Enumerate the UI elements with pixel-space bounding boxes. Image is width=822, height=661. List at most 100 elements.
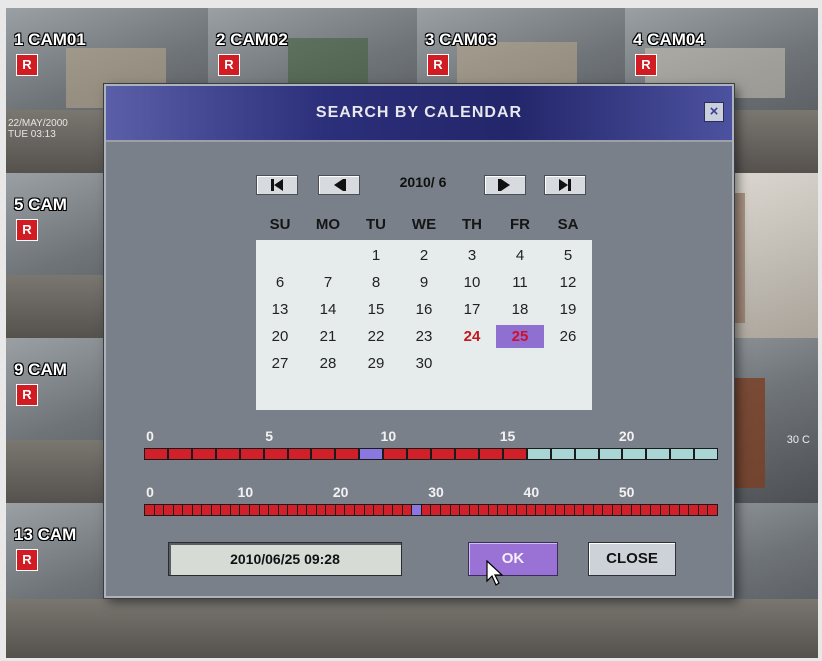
timeline-segment[interactable] xyxy=(527,449,550,459)
timeline-segment[interactable] xyxy=(250,505,259,515)
timeline-segment[interactable] xyxy=(575,449,598,459)
timeline-segment[interactable] xyxy=(278,505,288,515)
calendar-day[interactable]: 10 xyxy=(448,271,496,294)
timeline-segment[interactable] xyxy=(455,449,478,459)
calendar-day[interactable]: 7 xyxy=(304,271,352,294)
timeline-segment[interactable] xyxy=(507,505,517,515)
timeline-segment[interactable] xyxy=(517,505,526,515)
calendar-day[interactable]: 18 xyxy=(496,298,544,321)
timeline-segment[interactable] xyxy=(192,505,202,515)
timeline-segment[interactable] xyxy=(641,505,650,515)
timeline-segment[interactable] xyxy=(383,505,393,515)
calendar-day[interactable]: 14 xyxy=(304,298,352,321)
timeline-segment[interactable] xyxy=(421,505,431,515)
last-month-button[interactable] xyxy=(544,175,586,195)
close-button[interactable]: CLOSE xyxy=(588,542,676,576)
timeline-segment[interactable] xyxy=(450,505,460,515)
timeline-segment[interactable] xyxy=(440,505,450,515)
timeline-segment[interactable] xyxy=(679,505,689,515)
timeline-segment[interactable] xyxy=(574,505,584,515)
timeline-segment[interactable] xyxy=(312,449,335,459)
timeline-segment[interactable] xyxy=(660,505,670,515)
timeline-segment[interactable] xyxy=(240,505,250,515)
timeline-segment[interactable] xyxy=(335,505,345,515)
timeline-segment[interactable] xyxy=(393,505,402,515)
calendar-day[interactable]: 24 xyxy=(448,325,496,348)
timeline-segment[interactable] xyxy=(364,505,374,515)
calendar-day[interactable]: 6 xyxy=(256,271,304,294)
timeline-segment[interactable] xyxy=(526,505,536,515)
minute-timeline[interactable] xyxy=(144,504,718,516)
timeline-segment[interactable] xyxy=(297,505,307,515)
calendar-day[interactable]: 13 xyxy=(256,298,304,321)
calendar-day[interactable]: 30 xyxy=(400,352,448,375)
timeline-segment[interactable] xyxy=(230,505,240,515)
timeline-segment[interactable] xyxy=(154,505,164,515)
timeline-segment[interactable] xyxy=(503,449,526,459)
calendar-day[interactable]: 20 xyxy=(256,325,304,348)
timeline-segment[interactable] xyxy=(498,505,507,515)
timeline-segment[interactable] xyxy=(355,505,364,515)
calendar-day[interactable]: 15 xyxy=(352,298,400,321)
timeline-segment[interactable] xyxy=(671,449,694,459)
calendar-day[interactable]: 2 xyxy=(400,244,448,267)
timeline-segment[interactable] xyxy=(623,449,646,459)
timeline-segment[interactable] xyxy=(412,505,421,515)
timeline-segment[interactable] xyxy=(603,505,612,515)
timeline-segment[interactable] xyxy=(202,505,211,515)
calendar-day[interactable]: 29 xyxy=(352,352,400,375)
calendar-day[interactable]: 17 xyxy=(448,298,496,321)
datetime-field[interactable]: 2010/06/25 09:28 xyxy=(168,542,402,576)
timeline-segment[interactable] xyxy=(288,505,297,515)
timeline-segment[interactable] xyxy=(536,505,545,515)
timeline-segment[interactable] xyxy=(647,449,670,459)
timeline-segment[interactable] xyxy=(183,505,192,515)
timeline-segment[interactable] xyxy=(689,505,698,515)
timeline-segment[interactable] xyxy=(555,505,565,515)
ok-button[interactable]: OK xyxy=(468,542,558,576)
calendar-day[interactable]: 1 xyxy=(352,244,400,267)
calendar-day[interactable]: 22 xyxy=(352,325,400,348)
timeline-segment[interactable] xyxy=(402,505,412,515)
timeline-segment[interactable] xyxy=(670,505,679,515)
timeline-segment[interactable] xyxy=(192,449,215,459)
calendar-day[interactable]: 19 xyxy=(544,298,592,321)
timeline-segment[interactable] xyxy=(345,505,355,515)
timeline-segment[interactable] xyxy=(695,449,718,459)
timeline-segment[interactable] xyxy=(259,505,269,515)
timeline-segment[interactable] xyxy=(708,505,717,515)
timeline-segment[interactable] xyxy=(384,449,407,459)
timeline-segment[interactable] xyxy=(360,449,383,459)
timeline-segment[interactable] xyxy=(211,505,221,515)
calendar-day[interactable]: 16 xyxy=(400,298,448,321)
calendar-day[interactable]: 9 xyxy=(400,271,448,294)
timeline-segment[interactable] xyxy=(264,449,287,459)
timeline-segment[interactable] xyxy=(545,505,555,515)
timeline-segment[interactable] xyxy=(479,505,488,515)
timeline-segment[interactable] xyxy=(488,505,498,515)
calendar-day[interactable]: 28 xyxy=(304,352,352,375)
timeline-segment[interactable] xyxy=(593,505,603,515)
calendar-day[interactable]: 5 xyxy=(544,244,592,267)
timeline-segment[interactable] xyxy=(432,449,454,459)
prev-month-button[interactable] xyxy=(318,175,360,195)
calendar-day[interactable]: 11 xyxy=(496,271,544,294)
timeline-segment[interactable] xyxy=(551,449,574,459)
calendar-day[interactable]: 21 xyxy=(304,325,352,348)
timeline-segment[interactable] xyxy=(326,505,335,515)
timeline-segment[interactable] xyxy=(164,505,173,515)
timeline-segment[interactable] xyxy=(216,449,239,459)
timeline-segment[interactable] xyxy=(479,449,502,459)
calendar-day[interactable]: 8 xyxy=(352,271,400,294)
timeline-segment[interactable] xyxy=(469,505,479,515)
timeline-segment[interactable] xyxy=(307,505,316,515)
timeline-segment[interactable] xyxy=(408,449,431,459)
timeline-segment[interactable] xyxy=(145,449,167,459)
timeline-segment[interactable] xyxy=(612,505,622,515)
timeline-segment[interactable] xyxy=(565,505,574,515)
timeline-segment[interactable] xyxy=(622,505,631,515)
timeline-segment[interactable] xyxy=(145,505,154,515)
timeline-segment[interactable] xyxy=(173,505,183,515)
timeline-segment[interactable] xyxy=(316,505,326,515)
timeline-segment[interactable] xyxy=(431,505,440,515)
